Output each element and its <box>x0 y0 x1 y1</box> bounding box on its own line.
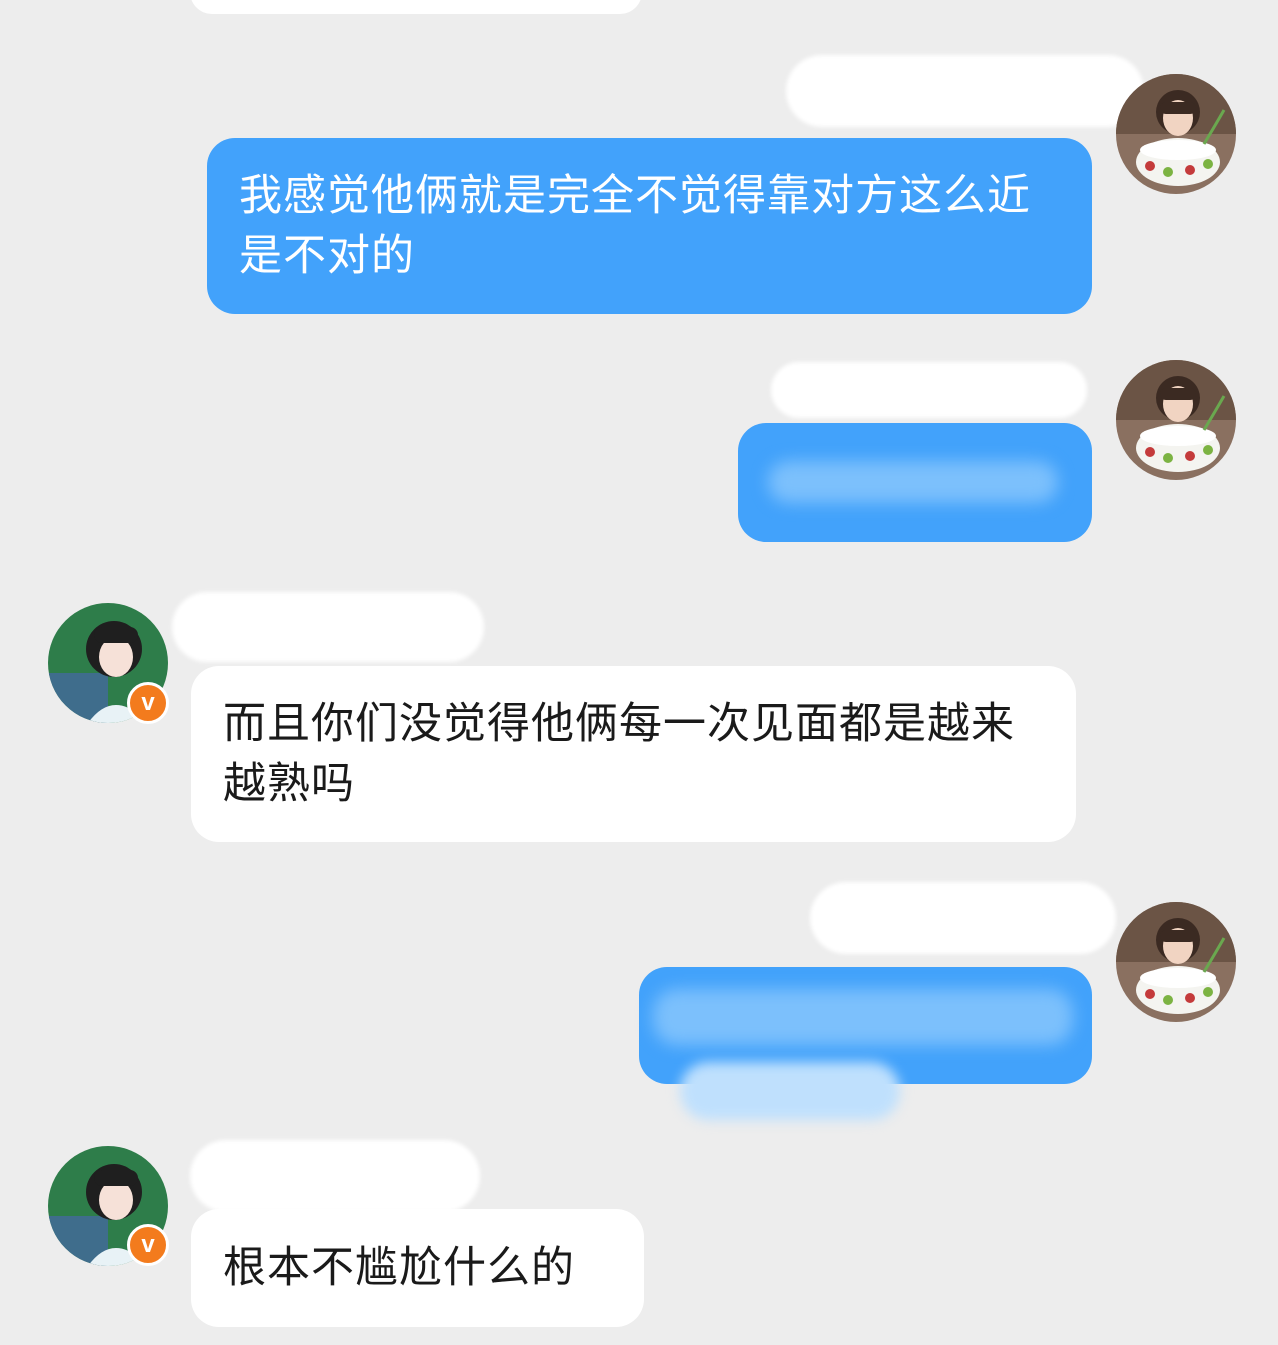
message-text: 我感觉他俩就是完全不觉得靠对方这么近是不对的 <box>239 171 1031 281</box>
message-text-redaction <box>653 989 1073 1045</box>
sender-name-redaction <box>190 1140 480 1212</box>
avatar-cake-girl-icon <box>1116 902 1236 1022</box>
verified-badge-icon: v <box>127 682 169 724</box>
message-text-redaction <box>768 461 1058 503</box>
avatar-cake-girl-icon <box>1116 74 1236 194</box>
chat-message-list[interactable]: 我感觉他俩就是完全不觉得靠对方这么近是不对的 v 而且你们没觉得他俩每一次见面都… <box>0 0 1278 1345</box>
incoming-message-bubble[interactable]: 而且你们没觉得他俩每一次见面都是越来越熟吗 <box>191 666 1076 842</box>
message-text: 根本不尴尬什么的 <box>223 1243 575 1293</box>
outgoing-message-bubble[interactable] <box>738 423 1092 542</box>
sender-name-redaction <box>771 362 1087 418</box>
message-overflow-redaction <box>680 1062 900 1120</box>
previous-message-bubble[interactable] <box>190 0 642 14</box>
self-avatar[interactable] <box>1116 74 1236 194</box>
self-avatar[interactable] <box>1116 360 1236 480</box>
sender-name-redaction <box>810 882 1116 954</box>
verified-badge-icon: v <box>127 1224 169 1266</box>
sender-name-redaction <box>786 55 1144 127</box>
avatar-cake-girl-icon <box>1116 360 1236 480</box>
message-text: 而且你们没觉得他俩每一次见面都是越来越熟吗 <box>223 699 1015 809</box>
sender-name-redaction <box>172 592 484 662</box>
outgoing-message-bubble[interactable]: 我感觉他俩就是完全不觉得靠对方这么近是不对的 <box>207 138 1092 314</box>
self-avatar[interactable] <box>1116 902 1236 1022</box>
incoming-message-bubble[interactable]: 根本不尴尬什么的 <box>191 1209 644 1327</box>
